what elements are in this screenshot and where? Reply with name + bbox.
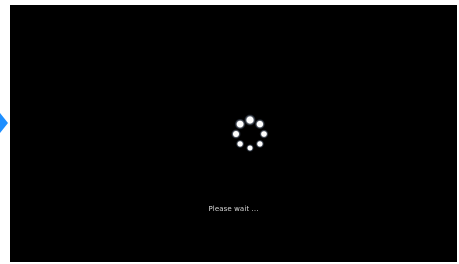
loading-screen: Please wait ...	[10, 5, 457, 262]
spinner-dot	[247, 145, 253, 151]
screenshot-frame: Please wait ...	[0, 0, 459, 264]
spinner-dot	[256, 120, 264, 128]
spinner-dot	[261, 131, 267, 137]
spinner-dot	[236, 120, 244, 128]
spinner-dot	[237, 141, 243, 147]
loading-spinner-icon	[231, 114, 269, 152]
spinner-dot	[233, 131, 239, 137]
spinner-dot	[246, 116, 254, 124]
spinner-dot	[257, 141, 263, 147]
please-wait-label: Please wait ...	[208, 205, 259, 213]
chevron-right-icon	[0, 113, 8, 133]
